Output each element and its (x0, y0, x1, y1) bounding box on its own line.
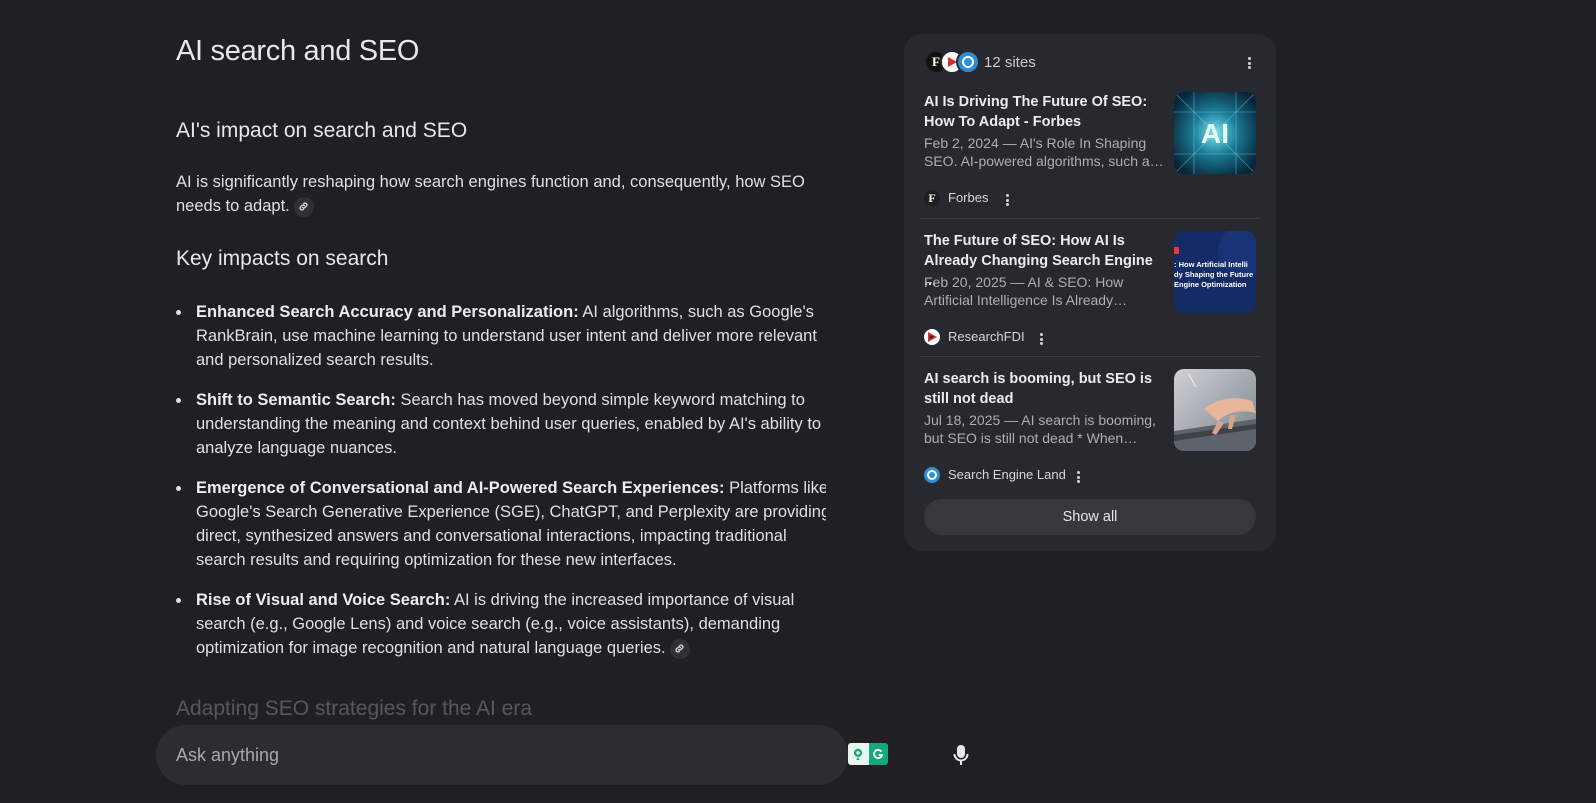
source-title[interactable]: AI search is booming, but SEO is still n… (924, 369, 1166, 409)
source-site-name: Search Engine Land (948, 467, 1066, 482)
ask-input[interactable] (176, 725, 656, 785)
bullet-heading: Emergence of Conversational and AI-Power… (196, 479, 725, 497)
site-favicons: F (924, 50, 980, 74)
grammarly-icon (868, 743, 888, 765)
source-footer: ResearchFDI (924, 327, 1124, 347)
source-card[interactable]: The Future of SEO: How AI Is Already Cha… (924, 231, 1256, 351)
list-item: Emergence of Conversational and AI-Power… (176, 476, 826, 572)
source-thumbnail[interactable]: AI (1174, 92, 1256, 174)
more-options-icon[interactable] (1034, 332, 1048, 346)
source-title[interactable]: AI Is Driving The Future Of SEO: How To … (924, 92, 1166, 132)
source-thumbnail[interactable] (1174, 369, 1256, 451)
bullet-heading: Shift to Semantic Search: (196, 391, 396, 409)
ask-bar (156, 725, 969, 785)
list-item: Shift to Semantic Search: Search has mov… (176, 388, 826, 460)
svg-text:dy Shaping the Future: dy Shaping the Future (1174, 270, 1253, 279)
more-options-icon[interactable] (1000, 193, 1014, 207)
section-heading-key-impacts: Key impacts on search (176, 247, 389, 270)
divider (920, 356, 1260, 357)
svg-text:Engine Optimization: Engine Optimization (1174, 280, 1247, 289)
source-thumbnail[interactable]: : How Artificial Intelli dy Shaping the … (1174, 231, 1256, 313)
searchengineland-favicon-icon (924, 467, 940, 483)
show-all-button[interactable]: Show all (924, 499, 1256, 535)
citation-link-icon[interactable] (669, 638, 690, 659)
microphone-icon[interactable] (948, 742, 974, 768)
svg-text:: How Artificial Intelli: : How Artificial Intelli (1174, 260, 1248, 269)
page-title: AI search and SEO (176, 35, 420, 67)
next-section-heading: Adapting SEO strategies for the AI era (176, 697, 533, 720)
intro-paragraph: AI is significantly reshaping how search… (176, 170, 806, 218)
source-footer: Search Engine Land (924, 465, 1124, 485)
list-item: Enhanced Search Accuracy and Personaliza… (176, 300, 826, 372)
divider (920, 218, 1260, 219)
source-site-name: Forbes (948, 190, 989, 205)
source-site-name: ResearchFDI (948, 329, 1025, 344)
answer-content: AI search and SEO AI's impact on search … (176, 30, 826, 720)
sites-count: 12 sites (984, 54, 1036, 71)
source-card[interactable]: AI Is Driving The Future Of SEO: How To … (924, 92, 1256, 212)
section-heading-impact: AI's impact on search and SEO (176, 119, 468, 142)
location-pin-icon (848, 743, 869, 765)
impacts-list: Enhanced Search Accuracy and Personaliza… (176, 300, 826, 660)
source-footer: F Forbes (924, 188, 1124, 208)
citation-link-icon[interactable] (293, 196, 314, 217)
source-snippet: Jul 18, 2025 — AI search is booming, but… (924, 412, 1156, 446)
sources-panel: F 12 sites AI Is Driving The Future Of S… (904, 34, 1276, 551)
forbes-favicon-icon: F (924, 190, 940, 206)
grammarly-extension-icon[interactable] (848, 743, 888, 765)
researchfdi-favicon-icon (924, 329, 940, 345)
source-snippet: Feb 2, 2024 — AI's Role In Shaping SEO. … (924, 135, 1157, 169)
list-item: Rise of Visual and Voice Search: AI is d… (176, 588, 826, 660)
bullet-heading: Enhanced Search Accuracy and Personaliza… (196, 303, 579, 321)
sources-header: F 12 sites (924, 50, 1256, 76)
searchengineland-favicon-icon (956, 50, 980, 74)
intro-text: AI is significantly reshaping how search… (176, 173, 805, 215)
source-snippet: Feb 20, 2025 — AI & SEO: How Artificial … (924, 274, 1124, 308)
bullet-heading: Rise of Visual and Voice Search: (196, 591, 451, 609)
more-options-icon[interactable] (1071, 470, 1085, 484)
thumbnail-ai-text: AI (1201, 118, 1229, 149)
more-options-icon[interactable] (1242, 56, 1256, 70)
source-card[interactable]: AI search is booming, but SEO is still n… (924, 369, 1256, 489)
